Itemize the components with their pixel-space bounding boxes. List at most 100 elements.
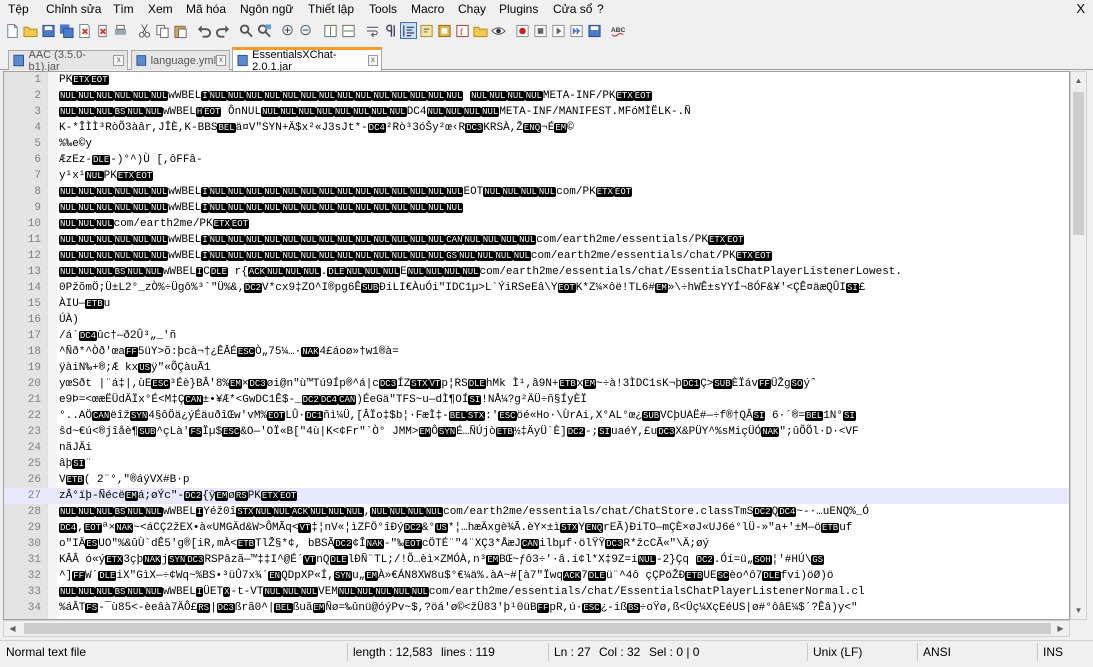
editor-line[interactable]: 34 %áÂTFS-¯ù85<-èeâà7ÄÔ£RS|DC3ßrã0^|BELßu…: [4, 600, 1069, 616]
line-text[interactable]: y¹x¹NULPKETX EOT: [59, 168, 154, 184]
line-text[interactable]: DC4,EOTª×NAK~<áCÇ2žEX•à«UMGÄd&W>ÔMÃq<VT‡…: [59, 520, 852, 536]
redo-icon[interactable]: [214, 22, 231, 39]
line-text[interactable]: 0PžõmÖ;Ü±L2°_zÒ%÷Ügô%³`"Ü%&‚DC2V*cx9‡ZO^…: [59, 280, 865, 296]
copy-icon[interactable]: [154, 22, 171, 39]
status-eol[interactable]: Unix (LF): [813, 645, 862, 659]
doc-map-icon[interactable]: [436, 22, 453, 39]
status-encoding[interactable]: ANSI: [923, 645, 951, 659]
line-text[interactable]: e9Þ=<œæËÜdÄÏx°É<M‡ÇCAN±•¥Æ*<GwDC1Ê$-_DC2…: [59, 392, 587, 408]
line-text[interactable]: ŝd~€ú<®jîåè¶SUB^çLà'FSÏµ$ESC&O—'OÏ«B["4ù…: [59, 424, 859, 440]
spell-check-icon[interactable]: ABC: [610, 22, 627, 39]
line-text[interactable]: ÀIU—ETBu: [59, 296, 110, 312]
menu-search[interactable]: Tìm: [113, 2, 134, 16]
menu-settings[interactable]: Thiết lập: [308, 2, 354, 16]
editor-line[interactable]: 1 PKETX EOT: [4, 72, 1069, 88]
editor-line[interactable]: 13 NUL NUL NUL BS NUL NULwWBELICDLE r{ACK NUL NU…: [4, 264, 1069, 280]
line-text[interactable]: PKETX EOT: [59, 72, 109, 88]
record-macro-icon[interactable]: [514, 22, 531, 39]
editor-line[interactable]: 33 NUL NUL NUL BS NUL NULwWBELIÜETX-t-VTNUL NUL…: [4, 584, 1069, 600]
editor-line[interactable]: 10 NUL NUL NULcom/earth2me/PKETX EOT: [4, 216, 1069, 232]
editor-line[interactable]: 29 DC4,EOTª×NAK~<áCÇ2žEX•à«UMGÄd&W>ÔMÃq<V…: [4, 520, 1069, 536]
paste-icon[interactable]: [172, 22, 189, 39]
line-text[interactable]: ÆzEz-DLE-)°^)Ù [,ôFFâ-: [59, 152, 203, 168]
line-text[interactable]: NUL NUL NULcom/earth2me/PKETX EOT: [59, 216, 250, 232]
scroll-right-icon[interactable]: ▶: [1052, 621, 1069, 636]
folder-workspace-icon[interactable]: [472, 22, 489, 39]
line-text[interactable]: NUL NUL NUL BS NUL NULwWBELIÜETX-t-VTNUL NUL NU…: [59, 584, 865, 600]
line-text[interactable]: KÂÂ ó«ýETX3çþNAKjSYN DC3RSPâzã—™‡‡I^@É´VT…: [59, 552, 825, 568]
save-macro-icon[interactable]: [586, 22, 603, 39]
save-icon[interactable]: [40, 22, 57, 39]
sync-vertical-icon[interactable]: [322, 22, 339, 39]
close-all-icon[interactable]: [94, 22, 111, 39]
menu-edit[interactable]: Chỉnh sửa: [46, 2, 101, 16]
function-list-icon[interactable]: f: [454, 22, 471, 39]
line-text[interactable]: °..AÖCANëîžSYN4§ôÖä¿ýÉäuðîŒw'vM%EOTLÛ·DC…: [59, 408, 856, 424]
editor-line[interactable]: 32 ^]FFW´DLEiX"GìX—÷¢Wq~%BS•³üÛ7x¾´ENQDpX…: [4, 568, 1069, 584]
user-lang-icon[interactable]: [418, 22, 435, 39]
line-text[interactable]: NUL NUL NUL NUL NUL NULwWBELI NUL NUL NUL NUL NUL N…: [59, 232, 745, 248]
line-text[interactable]: ^Ñð*^Òð'œaFF5üY>õ:þcà¬†¿ÊÂÉESCÒ„75¼…·NAK…: [59, 344, 399, 360]
editor-line[interactable]: 28 NUL NUL NUL BS NUL NULwWBELIYéž0îSTX NUL NUL A…: [4, 504, 1069, 520]
menu-help[interactable]: ?: [597, 2, 604, 16]
open-folder-icon[interactable]: [22, 22, 39, 39]
zoom-in-icon[interactable]: [280, 22, 297, 39]
line-text[interactable]: /á´DC4ûc†—ð2Û³„_'ñ: [59, 328, 176, 344]
play-macro-icon[interactable]: [550, 22, 567, 39]
editor-line[interactable]: 5 %‰e©y: [4, 136, 1069, 152]
sync-horizontal-icon[interactable]: [340, 22, 357, 39]
tab-aac-jar[interactable]: AAC (3.5.0-b1).jar x: [8, 49, 128, 73]
line-text[interactable]: %‰e©y: [59, 136, 92, 152]
run-macro-multiple-icon[interactable]: [568, 22, 585, 39]
editor-line[interactable]: 23 ŝd~€ú<®jîåè¶SUB^çLà'FSÏµ$ESC&O—'OÏ«B["…: [4, 424, 1069, 440]
line-text[interactable]: âþSI¨: [59, 456, 92, 472]
editor-line[interactable]: 31 KÂÂ ó«ýETX3çþNAKjSYN DC3RSPâzã—™‡‡I^@É´…: [4, 552, 1069, 568]
editor-line[interactable]: 25 âþSI¨: [4, 456, 1069, 472]
text-editor[interactable]: 1 PKETX EOT 2 NUL NUL NUL NUL NUL NULwWBELI NUL NUL…: [3, 71, 1070, 620]
tab-close-icon[interactable]: x: [367, 55, 378, 66]
editor-line[interactable]: 2 NUL NUL NUL NUL NUL NULwWBELI NUL NUL NUL NUL NUL…: [4, 88, 1069, 104]
tab-language-yml[interactable]: language.yml x: [131, 50, 230, 70]
scroll-down-icon[interactable]: ▼: [1071, 602, 1086, 619]
tab-close-icon[interactable]: x: [216, 55, 226, 66]
editor-line[interactable]: 14 0PžõmÖ;Ü±L2°_zÒ%÷Ügô%³`"Ü%&‚DC2V*cx9‡Z…: [4, 280, 1069, 296]
editor-line[interactable]: 21 e9Þ=<œæËÜdÄÏx°É<M‡ÇCAN±•¥Æ*<GwDC1Ê$-_D…: [4, 392, 1069, 408]
editor-line[interactable]: 18 ^Ñð*^Òð'œaFF5üY>õ:þcà¬†¿ÊÂÉESCÒ„75¼…·N…: [4, 344, 1069, 360]
line-text[interactable]: K-*ÎÌÌ³RòÕ3àâr,JÎÈ,K-BBSBELä¤V"SYN+Ä$x²«…: [59, 120, 574, 136]
editor-line[interactable]: 7 y¹x¹NULPKETX EOT: [4, 168, 1069, 184]
menu-view[interactable]: Xem: [148, 2, 173, 16]
line-text[interactable]: ÚÀ): [59, 312, 79, 328]
save-all-icon[interactable]: [58, 22, 75, 39]
line-text[interactable]: NUL NUL NUL NUL NUL NULwWBELI NUL NUL NUL NUL NUL N…: [59, 248, 772, 264]
line-text[interactable]: NUL NUL NUL NUL NUL NULwWBELI NUL NUL NUL NUL NUL N…: [59, 200, 464, 216]
menu-plugins[interactable]: Plugins: [499, 2, 538, 16]
menu-encoding[interactable]: Mã hóa: [186, 2, 226, 16]
word-wrap-icon[interactable]: [364, 22, 381, 39]
menu-language[interactable]: Ngôn ngữ: [240, 2, 293, 16]
editor-line[interactable]: 26 VETB( 2¨°,"®áÿVX#B·p: [4, 472, 1069, 488]
close-document-button[interactable]: X: [1076, 1, 1085, 16]
editor-line[interactable]: 4 K-*ÎÌÌ³RòÕ3àâr,JÎÈ,K-BBSBELä¤V"SYN+Ä$x²…: [4, 120, 1069, 136]
monitoring-icon[interactable]: [490, 22, 507, 39]
undo-icon[interactable]: [196, 22, 213, 39]
replace-icon[interactable]: [256, 22, 273, 39]
horizontal-scroll-thumb[interactable]: [24, 623, 1051, 634]
menu-tools[interactable]: Tools: [369, 2, 397, 16]
cut-icon[interactable]: [136, 22, 153, 39]
menu-run[interactable]: Chạy: [458, 2, 486, 16]
editor-line[interactable]: 19 ÿàiN‰+®;Æ kxUSÿ"«ÕÇàuÃ1: [4, 360, 1069, 376]
indent-guide-icon[interactable]: [400, 22, 417, 39]
show-all-chars-icon[interactable]: [382, 22, 399, 39]
scroll-up-icon[interactable]: ▲: [1071, 72, 1086, 89]
line-text[interactable]: ^]FFW´DLEiX"GìX—÷¢Wq~%BS•³üÛ7x¾´ENQDpXP«…: [59, 568, 833, 584]
line-text[interactable]: nãJÄi: [59, 440, 92, 456]
line-text[interactable]: VETB( 2¨°,"®áÿVX#B·p: [59, 472, 189, 488]
line-text[interactable]: %áÂTFS-¯ù85<-èeâà7ÄÔ£RS|DC3ßrã0^|BELßuãE…: [59, 600, 858, 616]
editor-line[interactable]: 20 yœSðt |¨á‡|,ùEESC³Éè}BÂ'8%EM×DC3øi@n"ù…: [4, 376, 1069, 392]
new-file-icon[interactable]: [4, 22, 21, 39]
print-icon[interactable]: [112, 22, 129, 39]
line-text[interactable]: yœSðt |¨á‡|,ùEESC³Éè}BÂ'8%EM×DC3øi@n"ù™T…: [59, 376, 817, 392]
close-icon[interactable]: [76, 22, 93, 39]
stop-record-icon[interactable]: [532, 22, 549, 39]
editor-line[interactable]: 16 ÚÀ): [4, 312, 1069, 328]
